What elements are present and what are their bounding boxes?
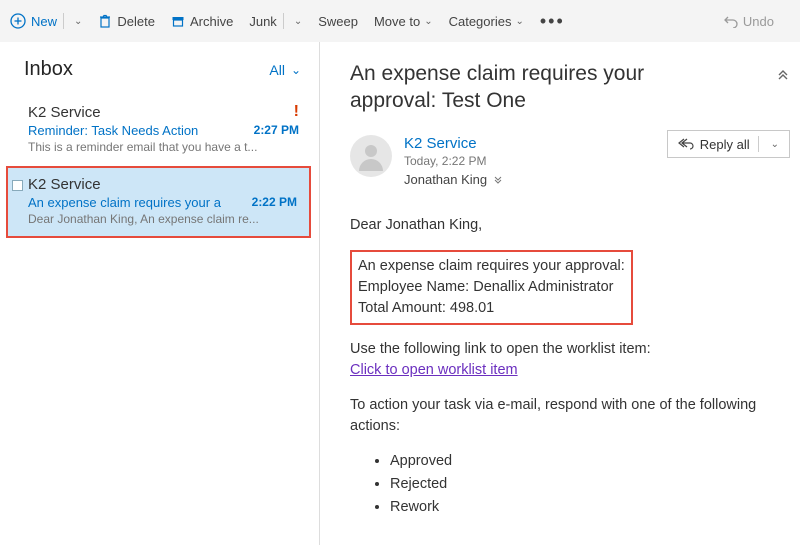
chevron-down-icon[interactable]: ⌄ <box>294 16 302 27</box>
message-checkbox[interactable] <box>12 180 23 191</box>
delete-button[interactable]: Delete <box>98 14 155 29</box>
inbox-title: Inbox <box>24 58 73 81</box>
archive-button[interactable]: Archive <box>171 14 233 29</box>
link-intro: Use the following link to open the workl… <box>350 341 651 357</box>
sweep-button[interactable]: Sweep <box>318 14 358 29</box>
message-preview: Dear Jonathan King, An expense claim re.… <box>28 212 297 226</box>
action-item: Rework <box>390 497 780 518</box>
more-button[interactable]: ••• <box>540 11 565 32</box>
body-greeting: Dear Jonathan King, <box>350 215 780 236</box>
reading-pane: An expense claim requires your approval:… <box>320 42 800 545</box>
highlight-line: Employee Name: Denallix Administrator <box>358 277 625 298</box>
message-time: 2:27 PM <box>254 123 299 138</box>
ellipsis-icon: ••• <box>540 11 565 32</box>
action-list: Approved Rejected Rework <box>390 451 780 518</box>
delete-label: Delete <box>117 14 155 29</box>
separator <box>758 136 759 152</box>
junk-label: Junk <box>249 14 276 29</box>
archive-label: Archive <box>190 14 233 29</box>
message-list-pane: Inbox All ⌄ K2 Service ! Reminder: Task … <box>0 42 320 545</box>
filter-all[interactable]: All ⌄ <box>269 62 301 78</box>
highlighted-block: An expense claim requires your approval:… <box>350 250 633 325</box>
reply-all-label: Reply all <box>700 137 750 152</box>
message-item-selected[interactable]: K2 Service An expense claim requires you… <box>6 166 311 238</box>
collapse-toggle[interactable] <box>776 60 790 115</box>
reply-all-button[interactable]: Reply all ⌄ <box>667 130 790 158</box>
toolbar: New ⌄ Delete Archive Junk ⌄ Sweep Move t… <box>0 0 800 42</box>
trash-icon <box>98 14 112 28</box>
message-preview: This is a reminder email that you have a… <box>28 140 299 154</box>
plus-circle-icon <box>10 13 26 29</box>
action-item: Approved <box>390 451 780 472</box>
separator <box>63 13 64 29</box>
chevron-down-icon[interactable]: ⌄ <box>771 139 779 150</box>
new-label: New <box>31 14 57 29</box>
separator <box>283 13 284 29</box>
message-subject: An expense claim requires your a <box>28 195 221 210</box>
worklist-link[interactable]: Click to open worklist item <box>350 362 518 378</box>
action-item: Rejected <box>390 474 780 495</box>
expand-recipients-icon[interactable] <box>493 174 503 184</box>
undo-label: Undo <box>743 14 774 29</box>
reading-body: Dear Jonathan King, An expense claim req… <box>350 215 780 518</box>
categories-button[interactable]: Categories ⌄ <box>449 14 524 29</box>
chevron-down-icon[interactable]: ⌄ <box>74 16 82 27</box>
inbox-header: Inbox All ⌄ <box>0 48 319 95</box>
chevron-down-icon: ⌄ <box>291 63 301 77</box>
undo-button[interactable]: Undo <box>724 14 774 29</box>
reading-to[interactable]: Jonathan King <box>404 172 503 187</box>
chevron-down-icon: ⌄ <box>515 16 523 27</box>
sweep-label: Sweep <box>318 14 358 29</box>
filter-label: All <box>269 62 285 78</box>
highlight-line: Total Amount: 498.01 <box>358 298 625 319</box>
moveto-button[interactable]: Move to ⌄ <box>374 14 433 29</box>
reading-when: Today, 2:22 PM <box>404 154 503 168</box>
archive-icon <box>171 14 185 28</box>
message-item[interactable]: K2 Service ! Reminder: Task Needs Action… <box>0 95 319 164</box>
important-icon: ! <box>294 103 299 121</box>
message-sender: K2 Service <box>28 176 101 193</box>
new-button[interactable]: New ⌄ <box>10 13 82 29</box>
chevron-down-icon: ⌄ <box>424 16 432 27</box>
undo-icon <box>724 14 738 28</box>
message-time: 2:22 PM <box>252 195 297 210</box>
junk-button[interactable]: Junk ⌄ <box>249 13 302 29</box>
reply-all-icon <box>678 137 694 151</box>
highlight-line: An expense claim requires your approval: <box>358 256 625 277</box>
avatar <box>350 135 392 177</box>
message-sender: K2 Service <box>28 104 101 121</box>
categories-label: Categories <box>449 14 512 29</box>
action-intro: To action your task via e-mail, respond … <box>350 395 780 437</box>
reading-title: An expense claim requires your approval:… <box>350 60 730 115</box>
content-area: Inbox All ⌄ K2 Service ! Reminder: Task … <box>0 42 800 545</box>
reading-from[interactable]: K2 Service <box>404 135 503 152</box>
message-subject: Reminder: Task Needs Action <box>28 123 198 138</box>
moveto-label: Move to <box>374 14 420 29</box>
